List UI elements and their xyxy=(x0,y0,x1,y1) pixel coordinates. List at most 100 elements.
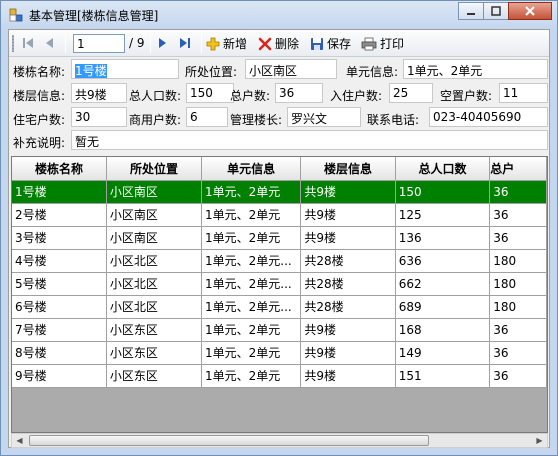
table-cell[interactable]: 36 xyxy=(489,318,547,342)
building-name-field[interactable]: 1号楼 xyxy=(71,59,179,79)
table-cell[interactable]: 共9楼 xyxy=(300,226,396,250)
table-row[interactable]: 1号楼 小区南区 1单元、2单元 共9楼 150 36 xyxy=(12,180,547,204)
table-cell[interactable]: 共9楼 xyxy=(300,318,396,342)
table-cell[interactable]: 7号楼 xyxy=(12,318,107,342)
table-row[interactable]: 4号楼 小区北区 1单元、2单元... 共28楼 636 180 xyxy=(12,249,547,273)
table-cell[interactable]: 2号楼 xyxy=(12,203,107,227)
table-cell[interactable]: 151 xyxy=(395,364,491,388)
table-cell[interactable]: 1单元、2单元 xyxy=(201,180,302,204)
table-cell[interactable]: 180 xyxy=(489,295,547,319)
minimize-button[interactable] xyxy=(458,2,484,20)
residential-field[interactable]: 30 xyxy=(71,107,127,127)
table-cell[interactable]: 1单元、2单元... xyxy=(201,249,302,273)
scroll-left-icon[interactable]: ◀ xyxy=(12,434,27,447)
table-cell[interactable]: 共28楼 xyxy=(300,272,396,296)
table-row[interactable]: 8号楼 小区东区 1单元、2单元 共9楼 149 36 xyxy=(12,341,547,365)
table-cell[interactable]: 9号楼 xyxy=(12,364,107,388)
scroll-thumb[interactable] xyxy=(29,435,429,446)
table-cell[interactable]: 689 xyxy=(395,295,491,319)
manager-field[interactable]: 罗兴文 xyxy=(287,107,361,127)
title-bar[interactable]: 基本管理[楼栋信息管理] xyxy=(1,1,557,29)
table-row[interactable]: 6号楼 小区北区 1单元、2单元... 共28楼 689 180 xyxy=(12,295,547,319)
table-cell[interactable]: 共28楼 xyxy=(300,295,396,319)
table-cell[interactable]: 共28楼 xyxy=(300,249,396,273)
table-cell[interactable]: 8号楼 xyxy=(12,341,107,365)
table-cell[interactable]: 小区东区 xyxy=(106,318,203,342)
column-header[interactable]: 总人口数 xyxy=(395,157,491,181)
table-cell[interactable]: 小区东区 xyxy=(106,341,203,365)
table-cell[interactable]: 180 xyxy=(489,249,547,273)
table-cell[interactable]: 3号楼 xyxy=(12,226,107,250)
table-cell[interactable]: 共9楼 xyxy=(300,364,396,388)
table-cell[interactable]: 4号楼 xyxy=(12,249,107,273)
table-cell[interactable]: 1单元、2单元... xyxy=(201,272,302,296)
column-header[interactable]: 楼层信息 xyxy=(300,157,396,181)
save-button[interactable]: 保存 xyxy=(310,34,351,53)
table-cell[interactable]: 共9楼 xyxy=(300,203,396,227)
table-row[interactable]: 7号楼 小区东区 1单元、2单元 共9楼 168 36 xyxy=(12,318,547,342)
remark-field[interactable]: 暂无 xyxy=(71,130,548,150)
column-header[interactable]: 总户 xyxy=(489,157,547,181)
vacant-field[interactable]: 11 xyxy=(499,83,548,103)
table-cell[interactable]: 共9楼 xyxy=(300,341,396,365)
table-cell[interactable]: 共9楼 xyxy=(300,180,396,204)
table-cell[interactable]: 136 xyxy=(395,226,491,250)
table-cell[interactable]: 1单元、2单元 xyxy=(201,226,302,250)
households-field[interactable]: 36 xyxy=(275,83,323,103)
column-header[interactable]: 楼栋名称 xyxy=(12,157,107,181)
toolbar-grip[interactable] xyxy=(12,35,14,52)
data-grid[interactable]: 楼栋名称 所处位置 单元信息 楼层信息 总人口数 总户 1号楼 小区南区 1单元、2… xyxy=(11,156,548,433)
column-header[interactable]: 所处位置 xyxy=(106,157,203,181)
column-header[interactable]: 单元信息 xyxy=(201,157,302,181)
occupied-field[interactable]: 25 xyxy=(389,83,433,103)
table-cell[interactable]: 36 xyxy=(489,364,547,388)
table-row[interactable]: 5号楼 小区北区 1单元、2单元... 共28楼 662 180 xyxy=(12,272,547,296)
table-cell[interactable]: 36 xyxy=(489,226,547,250)
table-cell[interactable]: 小区北区 xyxy=(106,272,203,296)
floor-field[interactable]: 共9楼 xyxy=(71,83,127,103)
table-cell[interactable]: 125 xyxy=(395,203,491,227)
table-cell[interactable]: 小区北区 xyxy=(106,295,203,319)
table-cell[interactable]: 150 xyxy=(395,180,491,204)
table-cell[interactable]: 小区南区 xyxy=(106,203,203,227)
table-cell[interactable]: 小区北区 xyxy=(106,249,203,273)
maximize-button[interactable] xyxy=(483,2,509,20)
table-cell[interactable]: 36 xyxy=(489,180,547,204)
scroll-right-icon[interactable]: ▶ xyxy=(532,434,547,447)
table-cell[interactable]: 小区南区 xyxy=(106,226,203,250)
position-input[interactable]: 1 xyxy=(73,34,125,53)
table-cell[interactable]: 662 xyxy=(395,272,491,296)
table-cell[interactable]: 1单元、2单元 xyxy=(201,341,302,365)
next-icon[interactable] xyxy=(155,36,169,50)
table-cell[interactable]: 小区东区 xyxy=(106,364,203,388)
population-field[interactable]: 150 xyxy=(186,83,234,103)
close-button[interactable] xyxy=(508,2,552,20)
table-cell[interactable]: 1单元、2单元 xyxy=(201,364,302,388)
table-cell[interactable]: 1单元、2单元 xyxy=(201,203,302,227)
table-cell[interactable]: 36 xyxy=(489,203,547,227)
unit-field[interactable]: 1单元、2单元 xyxy=(403,59,548,79)
table-row[interactable]: 3号楼 小区南区 1单元、2单元 共9楼 136 36 xyxy=(12,226,547,250)
table-cell[interactable]: 36 xyxy=(489,341,547,365)
table-cell[interactable]: 168 xyxy=(395,318,491,342)
prev-icon[interactable] xyxy=(43,36,57,50)
table-cell[interactable]: 636 xyxy=(395,249,491,273)
table-cell[interactable]: 小区南区 xyxy=(106,180,203,204)
print-button[interactable]: 打印 xyxy=(361,34,404,53)
table-row[interactable]: 9号楼 小区东区 1单元、2单元 共9楼 151 36 xyxy=(12,364,547,388)
table-cell[interactable]: 1单元、2单元... xyxy=(201,295,302,319)
delete-button[interactable]: 删除 xyxy=(258,34,299,53)
table-cell[interactable]: 149 xyxy=(395,341,491,365)
add-button[interactable]: 新增 xyxy=(206,34,247,53)
table-cell[interactable]: 180 xyxy=(489,272,547,296)
phone-field[interactable]: 023-40405690 xyxy=(429,107,548,127)
table-row[interactable]: 2号楼 小区南区 1单元、2单元 共9楼 125 36 xyxy=(12,203,547,227)
commercial-field[interactable]: 6 xyxy=(186,107,228,127)
table-cell[interactable]: 1号楼 xyxy=(12,180,107,204)
table-cell[interactable]: 6号楼 xyxy=(12,295,107,319)
table-cell[interactable]: 5号楼 xyxy=(12,272,107,296)
horizontal-scrollbar[interactable]: ◀ ▶ xyxy=(11,433,548,448)
last-icon[interactable] xyxy=(178,36,192,50)
table-cell[interactable]: 1单元、2单元 xyxy=(201,318,302,342)
first-icon[interactable] xyxy=(21,36,35,50)
